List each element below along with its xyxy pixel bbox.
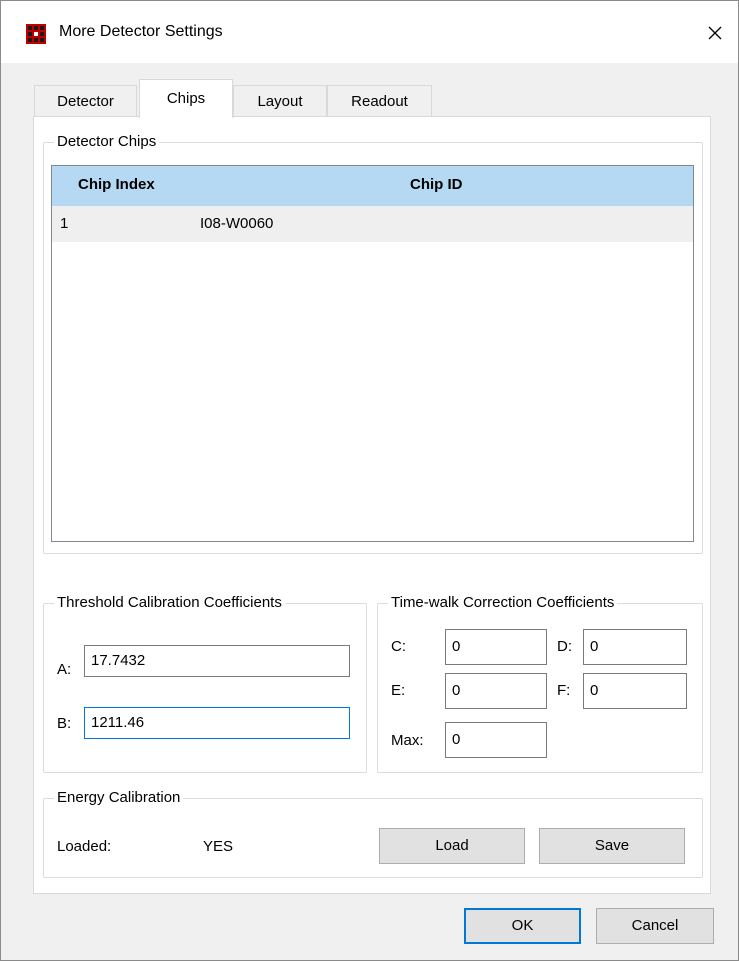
c-label: C: [391,638,406,655]
threshold-group: Threshold Calibration Coefficients [43,593,367,773]
column-header-chip-index[interactable]: Chip Index [78,176,155,193]
tab-label: Layout [257,93,303,110]
chip-index-cell: 1 [60,215,69,232]
close-button[interactable] [692,11,738,55]
tab-chips[interactable]: Chips [139,79,233,118]
grid-app-icon [26,24,46,44]
tab-label: Readout [351,93,408,110]
f-label: F: [557,682,571,699]
a-label: A: [57,661,72,678]
group-title: Detector Chips [54,132,160,152]
column-header-chip-id[interactable]: Chip ID [410,176,463,193]
max-label: Max: [391,732,424,749]
coefficient-a-input[interactable]: 17.7432 [84,645,350,677]
coefficient-f-input[interactable]: 0 [583,673,687,709]
save-button[interactable]: Save [539,828,685,864]
group-title: Threshold Calibration Coefficients [54,593,285,613]
chip-id-cell: I08-W0060 [200,215,274,232]
coefficient-b-input[interactable]: 1211.46 [84,707,350,739]
e-label: E: [391,682,406,699]
ok-button[interactable]: OK [464,908,581,944]
d-label: D: [557,638,572,655]
title-bar: More Detector Settings [1,1,738,63]
tab-layout[interactable]: Layout [233,85,327,117]
tab-label: Chips [166,90,206,107]
cancel-button[interactable]: Cancel [596,908,714,944]
coefficient-e-input[interactable]: 0 [445,673,547,709]
table-header: Chip Index Chip ID [52,166,693,206]
loaded-label: Loaded: [57,838,112,855]
coefficient-d-input[interactable]: 0 [583,629,687,665]
dialog-window: More Detector Settings Detector Chips La… [0,0,739,961]
coefficient-c-input[interactable]: 0 [445,629,547,665]
chips-table[interactable]: Chip Index Chip ID 1 I08-W0060 [51,165,694,542]
tab-label: Detector [57,93,114,110]
group-title: Time-walk Correction Coefficients [388,593,618,613]
tab-readout[interactable]: Readout [327,85,432,117]
tab-detector[interactable]: Detector [34,85,137,117]
b-label: B: [57,715,72,732]
window-title: More Detector Settings [59,23,223,40]
group-title: Energy Calibration [54,788,184,808]
loaded-status: YES [203,838,234,855]
table-row[interactable]: 1 I08-W0060 [52,206,693,242]
max-input[interactable]: 0 [445,722,547,758]
close-icon [708,26,722,40]
load-button[interactable]: Load [379,828,525,864]
